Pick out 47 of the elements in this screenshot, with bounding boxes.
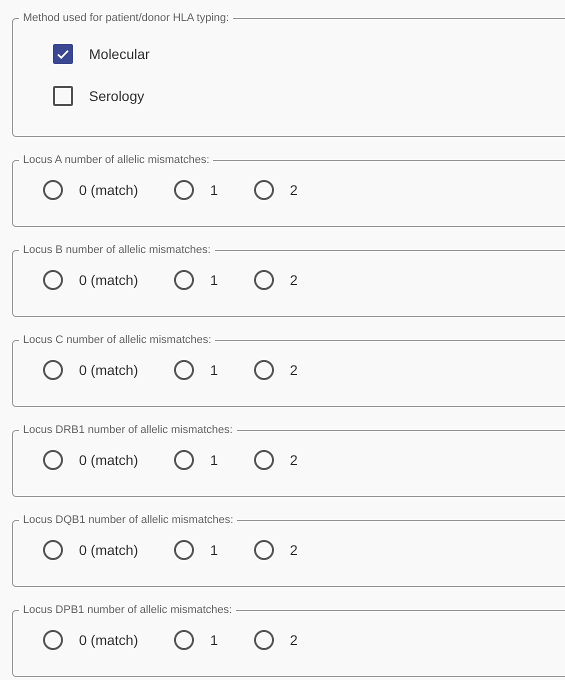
- checkbox[interactable]: [53, 86, 73, 106]
- radio-button[interactable]: [174, 270, 194, 290]
- radio-label[interactable]: 2: [290, 452, 298, 468]
- radio-button[interactable]: [43, 360, 63, 380]
- group-legend: Locus DPB1 number of allelic mismatches:: [19, 604, 236, 616]
- radio-button[interactable]: [43, 180, 63, 200]
- radio-button[interactable]: [43, 270, 63, 290]
- radio-button[interactable]: [174, 540, 194, 560]
- radio-label[interactable]: 1: [210, 452, 218, 468]
- radio-label[interactable]: 0 (match): [79, 542, 138, 558]
- radio-button[interactable]: [174, 360, 194, 380]
- radio-button[interactable]: [254, 180, 274, 200]
- radio-button[interactable]: [254, 360, 274, 380]
- radio-label[interactable]: 1: [210, 272, 218, 288]
- radio-label[interactable]: 0 (match): [79, 452, 138, 468]
- group-legend: Locus DQB1 number of allelic mismatches:: [19, 514, 238, 526]
- radio-button[interactable]: [254, 540, 274, 560]
- radio-label[interactable]: 0 (match): [79, 632, 138, 648]
- radio-label[interactable]: 1: [210, 182, 218, 198]
- checkbox[interactable]: [53, 44, 73, 64]
- group-legend: Locus C number of allelic mismatches:: [19, 334, 216, 346]
- radio-button[interactable]: [254, 450, 274, 470]
- radio-button[interactable]: [174, 450, 194, 470]
- radio-label[interactable]: 2: [290, 542, 298, 558]
- checkbox-label[interactable]: Molecular: [89, 46, 150, 62]
- radio-label[interactable]: 0 (match): [79, 362, 138, 378]
- radio-label[interactable]: 2: [290, 272, 298, 288]
- group-legend: Locus A number of allelic mismatches:: [19, 154, 214, 166]
- group-legend: Method used for patient/donor HLA typing:: [19, 12, 234, 24]
- radio-button[interactable]: [43, 630, 63, 650]
- radio-button[interactable]: [174, 630, 194, 650]
- checkbox-label[interactable]: Serology: [89, 88, 144, 104]
- radio-label[interactable]: 0 (match): [79, 272, 138, 288]
- radio-label[interactable]: 0 (match): [79, 182, 138, 198]
- radio-label[interactable]: 2: [290, 182, 298, 198]
- radio-button[interactable]: [43, 540, 63, 560]
- group-legend: Locus B number of allelic mismatches:: [19, 244, 215, 256]
- radio-label[interactable]: 1: [210, 542, 218, 558]
- group-legend: Locus DRB1 number of allelic mismatches:: [19, 424, 237, 436]
- radio-label[interactable]: 2: [290, 362, 298, 378]
- radio-button[interactable]: [174, 180, 194, 200]
- radio-button[interactable]: [254, 270, 274, 290]
- radio-label[interactable]: 1: [210, 632, 218, 648]
- radio-label[interactable]: 2: [290, 632, 298, 648]
- radio-label[interactable]: 1: [210, 362, 218, 378]
- radio-button[interactable]: [254, 630, 274, 650]
- radio-button[interactable]: [43, 450, 63, 470]
